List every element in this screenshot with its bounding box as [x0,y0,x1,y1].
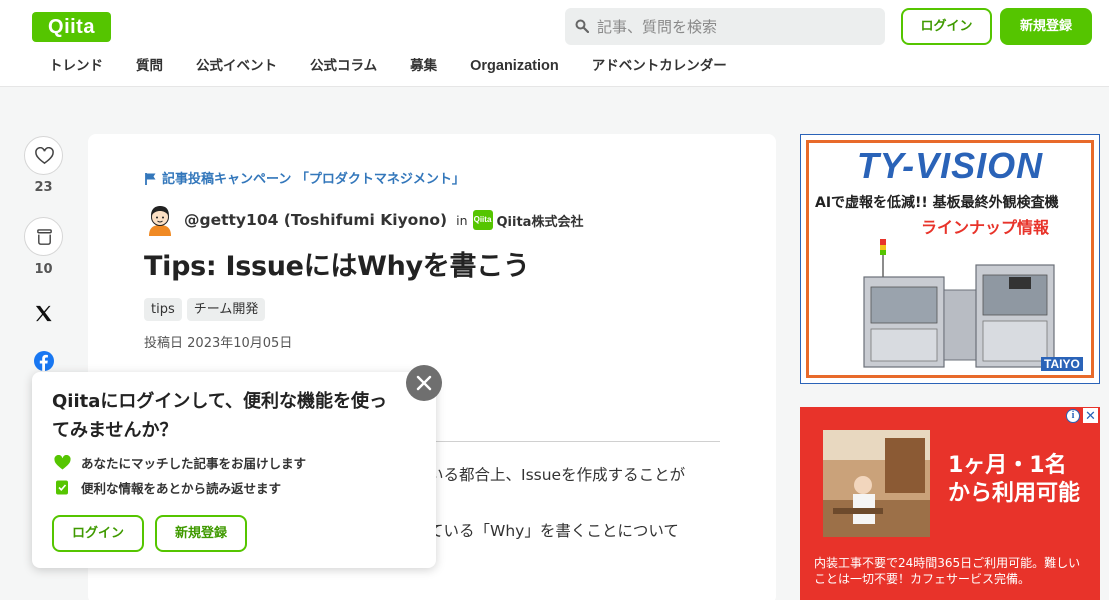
ad-tagline: AIで虚報を低減!! 基板最終外観検査機 [815,195,1059,211]
tag-team-development[interactable]: チーム開発 [186,298,266,321]
search-box[interactable] [565,8,885,45]
popup-close-button[interactable] [406,365,442,401]
author-row: @getty104 (Toshifumi Kiyono) in Qiita Qi… [146,204,583,236]
stock-icon [37,229,52,245]
nav-official-events[interactable]: 公式イベント [196,52,277,82]
ad-description: 内装工事不要で24時間365日ご利用可能。難しいことは一切不要！カフェサービス完… [814,556,1081,586]
check-icon [56,480,68,495]
org-name[interactable]: Qiita株式会社 [497,211,584,230]
ad-headline: 1ヶ月・1名から利用可能 [948,453,1081,506]
feature-text: 便利な情報をあとから読み返せます [81,481,282,496]
advertisement-taiyo[interactable]: TY-VISION AIで虚報を低減!! 基板最終外観検査機 ラインナップ情報 … [800,134,1100,384]
ad-info-icon[interactable]: i [1066,409,1080,423]
nav-official-columns[interactable]: 公式コラム [310,52,377,82]
nav-recruitment[interactable]: 募集 [410,52,437,82]
advertisement-coworking[interactable]: i ✕ 1ヶ月・1名から利用可能 内装工事不要で24時間365日ご利用可能。難し… [800,407,1100,600]
nav-advent-calendar[interactable]: アドベントカレンダー [592,52,727,82]
nav-questions[interactable]: 質問 [136,52,163,82]
feature-item: あなたにマッチした記事をお届けします [54,453,306,472]
tag-tips[interactable]: tips [144,298,182,321]
body-text-line: ている「Why」を書くことについて [428,522,679,540]
author-avatar[interactable] [146,204,174,236]
like-count: 23 [34,180,53,195]
popup-signup-button[interactable]: 新規登録 [155,515,247,552]
header-login-button[interactable]: ログイン [901,8,992,45]
search-icon [575,19,589,33]
ad-photo [823,430,930,537]
close-icon [416,375,432,391]
article-title: Tips: IssueにはWhyを書こう [144,251,530,282]
posted-label: 投稿日 [144,336,184,351]
like-button[interactable] [24,136,63,175]
heart-check-icon [54,455,71,470]
stock-count: 10 [34,262,53,277]
facebook-icon[interactable] [34,351,54,371]
header-signup-button[interactable]: 新規登録 [1000,8,1092,45]
campaign-label: 記事投稿キャンペーン 「プロダクトマネジメント」 [162,172,465,187]
popup-title: Qiitaにログインして、便利な機能を使ってみませんか？ [52,391,387,441]
x-icon[interactable] [34,304,53,323]
popup-login-button[interactable]: ログイン [52,515,144,552]
machine-image [863,239,1055,368]
org-logo[interactable]: Qiita [472,210,493,230]
qiita-logo[interactable]: Qiita [32,12,111,42]
in-label: in [456,212,468,228]
ad-close-icon[interactable]: ✕ [1083,408,1098,423]
post-date: 投稿日 2023年10月05日 [144,332,292,351]
nav-trend[interactable]: トレンド [49,52,103,82]
ad-company-logo: TAIYO [1041,357,1083,371]
site-header: Qiita ログイン 新規登録 トレンド 質問 公式イベント 公式コラム 募集 … [0,0,1109,87]
search-input[interactable] [597,8,877,45]
flag-icon [145,173,156,185]
ad-brand: TY-VISION [856,145,1044,186]
feature-text: あなたにマッチした記事をお届けします [81,456,307,471]
author-name[interactable]: @getty104 (Toshifumi Kiyono) [184,211,447,229]
feature-item: 便利な情報をあとから読み返せます [54,478,281,497]
login-prompt-popup: Qiitaにログインして、便利な機能を使ってみませんか？ あなたにマッチした記事… [32,372,436,568]
nav-organization[interactable]: Organization [470,52,559,82]
body-text-line: いる都合上、Issueを作成することが [428,466,686,484]
main-nav: トレンド 質問 公式イベント 公式コラム 募集 Organization アドベ… [32,52,760,82]
posted-date-value: 2023年10月05日 [187,336,293,351]
tag-list: tips チーム開発 [144,298,270,321]
stock-button[interactable] [24,217,63,256]
campaign-link[interactable]: 記事投稿キャンペーン 「プロダクトマネジメント」 [145,168,465,187]
heart-icon [35,147,54,165]
